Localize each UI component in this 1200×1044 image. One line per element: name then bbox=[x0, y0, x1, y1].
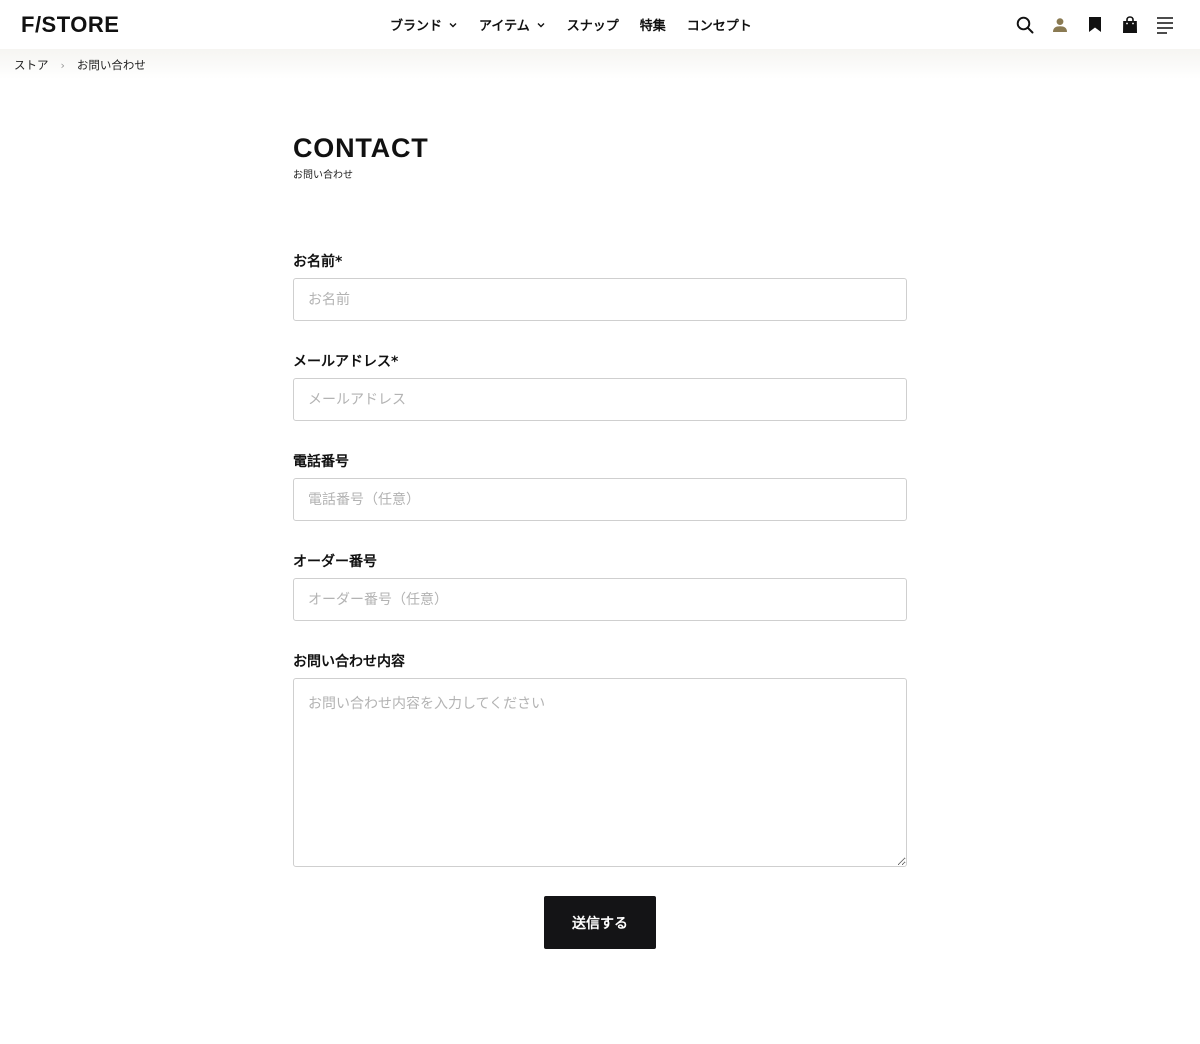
user-icon bbox=[1052, 17, 1067, 32]
phone-field[interactable] bbox=[293, 478, 907, 521]
nav-item-concept[interactable]: コンセプト bbox=[687, 15, 752, 34]
order-number-label: オーダー番号 bbox=[293, 554, 377, 570]
breadcrumb-item-store[interactable]: ストア bbox=[14, 57, 49, 73]
nav-item-brand[interactable]: ブランド bbox=[390, 15, 458, 34]
nav-item-features[interactable]: 特集 bbox=[640, 15, 666, 34]
submit-button[interactable]: 送信する bbox=[544, 896, 656, 949]
breadcrumb: ストア › お問い合わせ bbox=[14, 57, 146, 73]
site-header: F/STORE ブランド アイテム スナップ 特集 コンセプト bbox=[0, 0, 1200, 49]
nav-item-label: コンセプト bbox=[686, 19, 752, 34]
name-field[interactable] bbox=[293, 278, 907, 321]
email-label: メールアドレス* bbox=[293, 354, 399, 370]
menu-button[interactable] bbox=[1147, 0, 1182, 49]
header-icons bbox=[1007, 0, 1182, 49]
main-nav: ブランド アイテム スナップ 特集 コンセプト bbox=[390, 0, 752, 49]
name-label: お名前* bbox=[293, 254, 343, 270]
cart-button[interactable] bbox=[1112, 0, 1147, 49]
shopping-bag-icon bbox=[1122, 15, 1137, 33]
nav-item-items[interactable]: アイテム bbox=[479, 15, 546, 34]
nav-item-snap[interactable]: スナップ bbox=[567, 15, 619, 34]
bookmark-icon bbox=[1088, 17, 1101, 32]
message-textarea[interactable] bbox=[293, 678, 907, 867]
order-number-field[interactable] bbox=[293, 578, 907, 621]
search-icon bbox=[1016, 16, 1033, 33]
nav-item-label: 特集 bbox=[639, 19, 666, 34]
account-button[interactable] bbox=[1042, 0, 1077, 49]
page-subtitle: お問い合わせ bbox=[293, 170, 353, 181]
breadcrumb-bar: ストア › お問い合わせ bbox=[0, 49, 1200, 79]
nav-item-label: スナップ bbox=[566, 19, 619, 34]
menu-icon bbox=[1156, 16, 1173, 34]
chevron-down-icon bbox=[449, 22, 457, 27]
email-field[interactable] bbox=[293, 378, 907, 421]
message-label: お問い合わせ内容 bbox=[293, 654, 405, 670]
phone-label: 電話番号 bbox=[293, 454, 349, 470]
store-logo[interactable]: F/STORE bbox=[21, 12, 119, 38]
nav-item-label: ブランド bbox=[390, 19, 443, 34]
search-button[interactable] bbox=[1007, 0, 1042, 49]
nav-item-label: アイテム bbox=[479, 19, 530, 34]
chevron-down-icon bbox=[537, 22, 545, 27]
bookmarks-button[interactable] bbox=[1077, 0, 1112, 49]
chevron-right-icon: › bbox=[60, 58, 65, 72]
page-title: CONTACT bbox=[293, 133, 429, 163]
breadcrumb-item-current: お問い合わせ bbox=[76, 58, 146, 72]
